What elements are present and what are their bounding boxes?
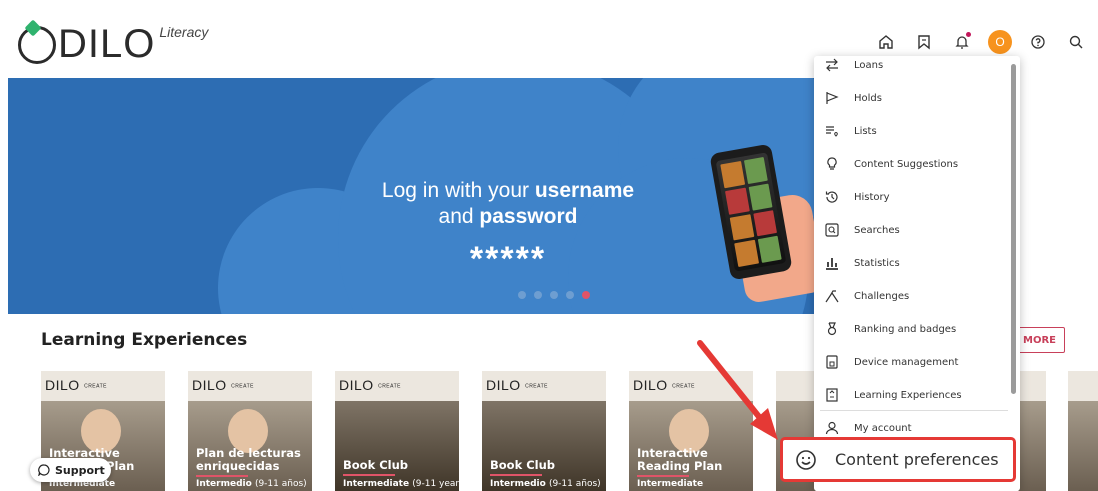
menu-item-label: History (854, 191, 890, 203)
menu-divider (820, 410, 1008, 411)
saved-search-icon (825, 223, 839, 237)
support-label: Support (55, 463, 105, 477)
history-icon (825, 191, 838, 203)
learning-card[interactable]: DILO CREATE Interactive Reading Plan Int… (629, 371, 753, 491)
notification-dot (966, 32, 971, 37)
card-image (335, 401, 459, 491)
search-icon[interactable] (1064, 30, 1088, 54)
home-icon[interactable] (874, 30, 898, 54)
menu-item-label: Statistics (854, 257, 900, 269)
menu-item-label: Device management (854, 356, 959, 368)
menu-item-label: My account (854, 422, 912, 434)
menu-item-device-management[interactable]: Device management (814, 348, 1014, 376)
logo-o-mark (18, 26, 56, 64)
odilo-logo[interactable]: DILO Literacy (18, 22, 208, 66)
help-icon[interactable] (1026, 30, 1050, 54)
bookmark-icon[interactable] (912, 30, 936, 54)
lightbulb-icon (827, 157, 837, 170)
bell-icon[interactable] (950, 30, 974, 54)
menu-item-label: Learning Experiences (854, 389, 962, 401)
carousel-dot[interactable] (550, 291, 558, 299)
carousel-dot[interactable] (534, 291, 542, 299)
hero-line2-prefix: and (438, 205, 480, 228)
menu-item-label: Content preferences (835, 450, 999, 469)
swap-icon (826, 58, 838, 72)
card-image (482, 401, 606, 491)
menu-scrollbar[interactable] (1011, 64, 1016, 394)
support-button[interactable]: Support (30, 458, 111, 482)
list-heart-icon (826, 126, 838, 137)
menu-item-label: Challenges (854, 290, 910, 302)
card-logo: DILO CREATE (45, 377, 107, 393)
devices-icon (826, 355, 838, 369)
carousel-dot-active[interactable] (582, 291, 590, 299)
hero-heading: Log in with your username and password (318, 178, 698, 230)
menu-item-holds[interactable]: Holds (814, 84, 1014, 112)
card-level: Intermedio (9-11 años) (196, 479, 307, 489)
menu-item-history[interactable]: History (814, 183, 1014, 211)
learning-card-partial[interactable] (1068, 371, 1098, 491)
learning-icon (826, 388, 838, 402)
learning-card[interactable]: DILO CREATE Book Club Intermedio (9-11 a… (482, 371, 606, 491)
menu-item-statistics[interactable]: Statistics (814, 249, 1014, 277)
card-image (1018, 401, 1046, 491)
badge-icon (827, 322, 837, 336)
header-icons: O (874, 30, 1088, 54)
hero-password-stars: ***** (469, 240, 547, 278)
menu-item-label: Loans (854, 59, 884, 71)
card-title: Book Club (490, 459, 600, 476)
challenge-icon (825, 290, 839, 303)
menu-item-label: Content Suggestions (854, 158, 959, 170)
menu-item-challenges[interactable]: Challenges (814, 282, 1014, 310)
menu-item-searches[interactable]: Searches (814, 216, 1014, 244)
smiley-icon (796, 449, 816, 470)
carousel-dot[interactable] (566, 291, 574, 299)
menu-item-content-preferences[interactable]: Content preferences (780, 437, 1016, 482)
learning-card[interactable]: DILO CREATE Book Club Intermediate (9-11… (335, 371, 459, 491)
card-level: Intermediate (637, 479, 704, 489)
menu-item-lists[interactable]: Lists (814, 117, 1014, 145)
section-title: Learning Experiences (41, 330, 248, 350)
logo-wordmark: DILO (58, 22, 156, 66)
hero-line1-bold: username (534, 179, 635, 202)
card-level: Intermedio (9-11 años) (490, 479, 601, 489)
avatar[interactable]: O (988, 30, 1012, 54)
learning-card[interactable]: DILO CREATE Plan de lecturas enriquecida… (188, 371, 312, 491)
user-icon (825, 421, 839, 435)
menu-item-ranking-badges[interactable]: Ranking and badges (814, 315, 1014, 343)
carousel-dot[interactable] (518, 291, 526, 299)
flag-icon (826, 92, 839, 104)
menu-item-learning-experiences[interactable]: Learning Experiences (814, 381, 1014, 409)
menu-item-content-suggestions[interactable]: Content Suggestions (814, 150, 1014, 178)
card-title: Plan de lecturas enriquecidas (196, 447, 306, 477)
card-title: Book Club (343, 459, 453, 476)
account-dropdown-menu: Loans Holds Lists Content Suggestions Hi… (814, 56, 1020, 491)
card-title: Interactive Reading Plan (637, 447, 747, 477)
card-logo: DILO CREATE (486, 377, 548, 393)
hero-line2-bold: password (479, 205, 578, 228)
carousel-dots (518, 291, 590, 299)
bar-chart-icon (826, 258, 838, 270)
logo-subtitle: Literacy (159, 24, 209, 40)
menu-item-label: Lists (854, 125, 877, 137)
menu-item-label: Searches (854, 224, 900, 236)
card-logo: DILO CREATE (633, 377, 695, 393)
learning-card-partial[interactable] (1018, 371, 1046, 491)
menu-item-label: Ranking and badges (854, 323, 957, 335)
card-logo: DILO CREATE (192, 377, 254, 393)
chat-icon (38, 464, 50, 476)
card-level: Intermediate (9-11 years) (343, 479, 459, 489)
menu-item-label: Holds (854, 92, 882, 104)
hero-line1-prefix: Log in with your (381, 179, 535, 202)
card-logo: DILO CREATE (339, 377, 401, 393)
card-image (1068, 401, 1098, 491)
menu-item-loans[interactable]: Loans (814, 56, 1014, 79)
